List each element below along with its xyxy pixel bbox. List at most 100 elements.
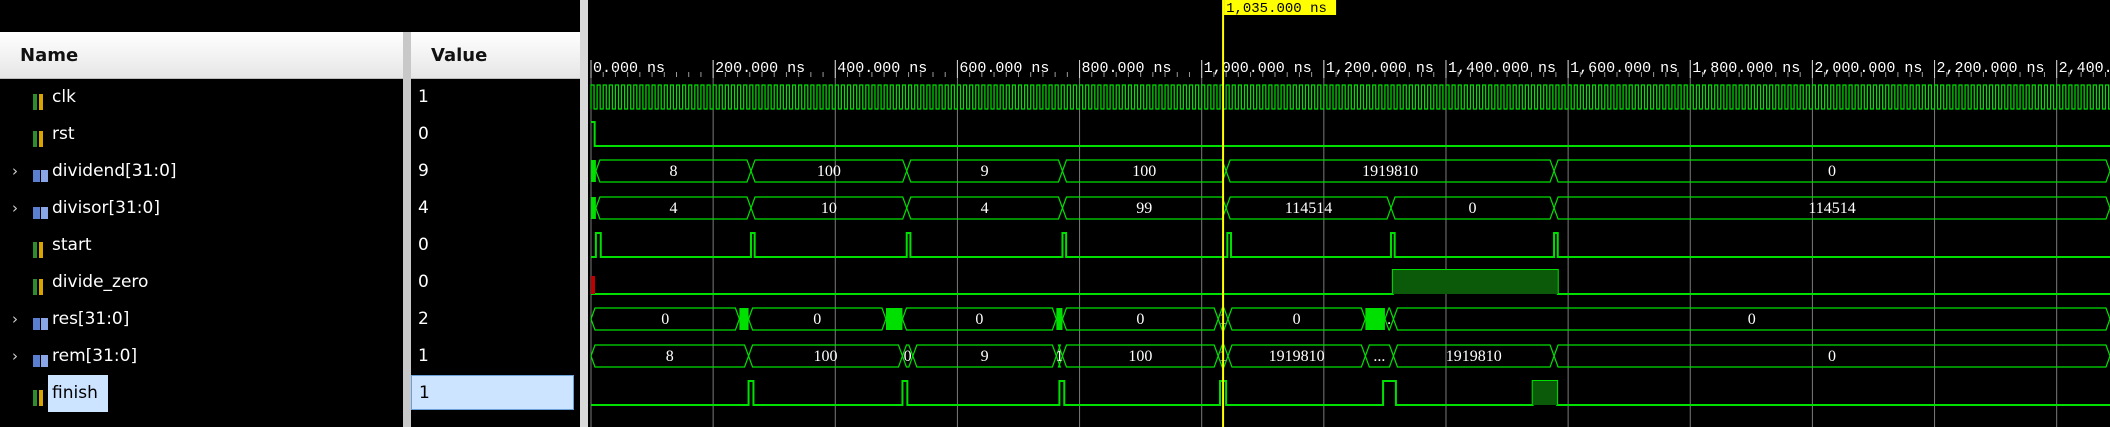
expand-chevron-icon[interactable]: ›: [12, 301, 18, 338]
dividend-value-label: 100: [817, 163, 841, 180]
divisor-value-label: 114514: [1808, 200, 1855, 217]
dividend-value-label: 100: [1132, 163, 1156, 180]
signal-row-divisor[interactable]: › divisor[31:0]: [0, 190, 403, 227]
expand-chevron-icon[interactable]: ›: [12, 190, 18, 227]
signal-name: rem[31:0]: [52, 346, 138, 366]
res-value-label: 0: [1293, 311, 1301, 328]
finish-waveform: [591, 380, 2110, 406]
time-tick-label: 1,800.000 ns: [1692, 60, 1800, 77]
signal-value-row[interactable]: 9: [411, 153, 580, 190]
signal-value: 9: [418, 161, 429, 181]
signal-row-finish[interactable]: finish: [0, 375, 403, 412]
divisor-value-label: 4: [981, 200, 989, 217]
dividend-value-label: 9: [981, 163, 989, 180]
bit-signal-icon: [32, 384, 46, 406]
time-tick-label: 1,200.000 ns: [1326, 60, 1434, 77]
signal-value-row[interactable]: 0: [411, 116, 580, 153]
signal-panel: Name clk rst › dividend[31:0] › divisor[31:0]…: [0, 0, 580, 427]
bus-transition-block: [1056, 308, 1063, 330]
value-column: Value 1 0 9 4 0 0 2 1 1: [411, 0, 580, 427]
value-column-header[interactable]: Value: [411, 32, 580, 79]
time-tick-label: 1,600.000 ns: [1570, 60, 1678, 77]
divisor-value-label: 4: [669, 200, 677, 217]
signal-value: 0: [418, 235, 429, 255]
signal-name: finish: [48, 375, 108, 412]
bit-signal-icon: [32, 125, 46, 147]
signal-value: 1: [418, 87, 429, 107]
bus-transition-block: [591, 160, 596, 182]
rem-value-label: 100: [814, 348, 838, 365]
dividend-value-label: 1919810: [1362, 163, 1418, 180]
signal-value-row[interactable]: 4: [411, 190, 580, 227]
signal-name: clk: [52, 87, 76, 107]
error-marker: [591, 276, 595, 294]
time-tick-label: 200.000 ns: [715, 60, 805, 77]
signal-value-row[interactable]: 1: [411, 79, 580, 116]
signal-value-row[interactable]: 1: [411, 338, 580, 375]
rem-value-label: 1919810: [1446, 348, 1502, 365]
divisor-value-label: 0: [1469, 200, 1477, 217]
signal-value: 2: [418, 309, 429, 329]
time-tick-label: 1,000.000 ns: [1204, 60, 1312, 77]
signal-value-selected[interactable]: 1: [411, 375, 574, 410]
signal-row-clk[interactable]: clk: [0, 79, 403, 116]
start-waveform: [591, 232, 2110, 258]
time-tick-label: 0.000 ns: [593, 60, 665, 77]
time-tick-label: 2,200.000 ns: [1937, 60, 2045, 77]
high-fill: [1532, 381, 1558, 405]
signal-row-rem[interactable]: › rem[31:0]: [0, 338, 403, 375]
panel-splitter[interactable]: [580, 0, 588, 427]
rst-waveform: [591, 121, 2110, 147]
high-fill: [1392, 270, 1558, 294]
waveform-view[interactable]: 0.000 ns 200.000 ns 400.000 ns 600.000 ns 80…: [588, 0, 2110, 427]
bus-transition-block: [739, 308, 749, 330]
signal-value: 0: [418, 272, 429, 292]
bus-signal-icon: [32, 162, 48, 182]
divisor-value-label: 10: [821, 200, 837, 217]
time-tick-label: 600.000 ns: [959, 60, 1049, 77]
signal-value: 4: [418, 198, 429, 218]
signal-value-row[interactable]: 0: [411, 264, 580, 301]
res-value-label: .: [1387, 311, 1391, 328]
signal-name: divide_zero: [52, 272, 149, 292]
rem-value-label: 0: [904, 348, 912, 365]
signal-row-divide-zero[interactable]: divide_zero: [0, 264, 403, 301]
time-tick-label: 800.000 ns: [1082, 60, 1172, 77]
signal-row-res[interactable]: › res[31:0]: [0, 301, 403, 338]
signal-value-row[interactable]: 0: [411, 227, 580, 264]
signal-value-row[interactable]: 1: [411, 375, 580, 412]
bus-signal-icon: [32, 199, 48, 219]
signal-name: start: [52, 235, 92, 255]
expand-chevron-icon[interactable]: ›: [12, 338, 18, 375]
divisor-value-label: 99: [1136, 200, 1152, 217]
rem-value-label: 1919810: [1269, 348, 1325, 365]
res-value-label: 0: [813, 311, 821, 328]
time-tick-label: 2,000.000 ns: [1814, 60, 1922, 77]
rem-value-label: 100: [1128, 348, 1152, 365]
signal-name: divisor[31:0]: [52, 198, 160, 218]
res-value-label: 0: [975, 311, 983, 328]
expand-chevron-icon[interactable]: ›: [12, 153, 18, 190]
bit-signal-icon: [32, 236, 46, 258]
clk-waveform: [590, 84, 2110, 110]
time-tick-label: 1,400.000 ns: [1448, 60, 1556, 77]
bit-signal-icon: [32, 88, 46, 110]
signal-row-dividend[interactable]: › dividend[31:0]: [0, 153, 403, 190]
signal-value-row[interactable]: 2: [411, 301, 580, 338]
signal-name: res[31:0]: [52, 309, 130, 329]
name-column: Name clk rst › dividend[31:0] › divisor[31:0]…: [0, 0, 403, 427]
res-value-label: 0: [1136, 311, 1144, 328]
divisor-value-label: 114514: [1285, 200, 1332, 217]
res-value-label: 0: [1748, 311, 1756, 328]
signal-row-rst[interactable]: rst: [0, 116, 403, 153]
signal-name: rst: [52, 124, 75, 144]
bus-signal-icon: [32, 347, 48, 367]
bit-signal-icon: [32, 273, 46, 295]
signal-row-start[interactable]: start: [0, 227, 403, 264]
rem-value-label: 8: [666, 348, 674, 365]
column-divider[interactable]: [403, 32, 411, 427]
signal-value: 1: [418, 346, 429, 366]
time-tick-label: 400.000 ns: [837, 60, 927, 77]
bus-transition-block: [1365, 308, 1385, 330]
name-column-header[interactable]: Name: [0, 32, 403, 79]
